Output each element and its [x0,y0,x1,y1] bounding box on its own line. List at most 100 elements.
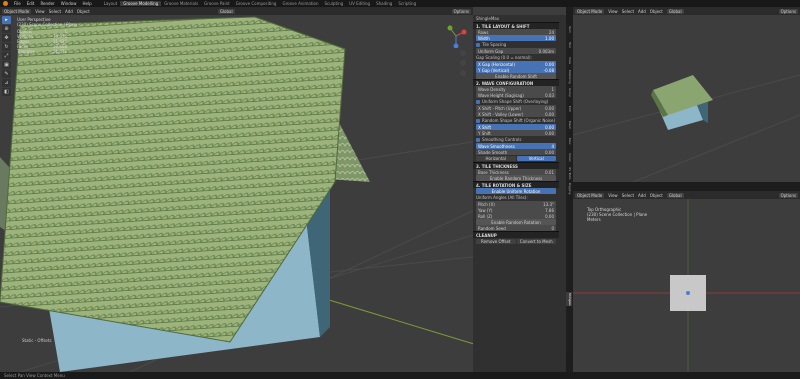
menu-add[interactable]: Add [638,193,646,198]
rotate-icon[interactable]: ↻ [2,43,11,51]
tab-misc[interactable]: Misc [566,134,572,148]
vertical-button[interactable]: Vertical [516,156,556,161]
menu-select[interactable]: Select [622,193,634,198]
remove-offset-button[interactable]: Remove Offset [476,239,516,244]
tab-uv-editing[interactable]: UV Editing [346,1,373,6]
uniform-shift-label: Uniform Shape Shift (Overlaying) [473,98,559,105]
smoothing-label: Smoothing Controls [473,136,559,143]
horizontal-button[interactable]: Horizontal [476,156,516,161]
tab-shading[interactable]: Shading [373,1,395,6]
viewport-footer-status: Static - Offsets [22,338,52,343]
field-value: 0.01 [545,169,554,175]
checkbox-icon[interactable] [476,137,480,142]
field-value: 0.003m [538,48,554,54]
sidebar-tabs: Item Tool View Modeling Group Edit Mesh … [566,22,572,352]
pan-icon[interactable] [460,60,466,66]
section-cleanup[interactable]: CLEANUP [473,231,559,238]
options-button[interactable]: Options [451,8,471,14]
field-label: Y Shift [478,130,491,136]
menu-file[interactable]: File [11,1,24,6]
camera-view-scene[interactable] [573,15,800,182]
options-button[interactable]: Options [778,8,798,14]
mode-dropdown[interactable]: Object Mode [575,192,605,198]
checkbox-icon[interactable] [476,118,480,123]
menu-view[interactable]: View [608,193,618,198]
menu-view[interactable]: View [608,9,618,14]
tab-scripting[interactable]: Scripting [395,1,419,6]
convert-to-mesh-button[interactable]: Convert to Mesh [516,239,556,244]
tab-modeling[interactable]: Modeling [566,70,572,84]
mode-dropdown[interactable]: Object Mode [575,8,605,14]
orientation-dropdown[interactable]: Global [666,192,684,198]
menu-render[interactable]: Render [37,1,57,6]
menu-select[interactable]: Select [49,9,61,14]
field-label: Y Gap (Vertical) [478,67,510,73]
field-label: Rows [478,29,489,35]
section-rotation[interactable]: 4. TILE ROTATION & SIZE [473,181,559,188]
select-icon[interactable]: ▸ [2,16,11,24]
scale-icon[interactable]: ⤢ [2,52,11,60]
menu-edit[interactable]: Edit [24,1,38,6]
tab-groove-paint[interactable]: Groove Paint [201,1,233,6]
tab-sculpting[interactable]: Sculpting [322,1,347,6]
tab-item[interactable]: Item [566,22,572,36]
camera-viewport[interactable] [573,15,800,182]
menu-window[interactable]: Window [58,1,80,6]
field-label: Base Thickness [478,169,509,175]
menu-object[interactable]: Object [650,193,663,198]
orientation-dropdown[interactable]: Global [666,8,684,14]
add-cube-icon[interactable]: ◧ [2,88,11,96]
field-value: 0.00 [545,130,554,136]
checkbox-icon[interactable] [476,99,480,104]
tab-rigging[interactable]: Rigging [566,182,572,196]
tab-edit[interactable]: Edit [566,102,572,116]
menu-object[interactable]: Object [77,9,90,14]
field-label: X Shift [478,124,492,130]
mode-dropdown[interactable]: Object Mode [2,8,32,14]
field-label: Wave Density [478,86,506,92]
measure-icon[interactable]: ⊿ [2,79,11,87]
gap-scaling-label: Gap Scaling (0.0 = normal): [476,55,532,60]
field-value: 0 [551,225,554,231]
orientation-dropdown[interactable]: Global [217,8,235,14]
viewport-header: Object Mode View Select Add Object Globa… [0,7,473,15]
section-wave[interactable]: 2. WAVE CONFIGURATION [473,79,559,86]
random-shift-text: Random Shape Shift (Organic Noise) [482,118,556,123]
tab-mesh[interactable]: Mesh [566,118,572,132]
tab-groove-compositing[interactable]: Groove Compositing [233,1,280,6]
status-bar: Select Pan View Context Menu [0,372,800,379]
collection-label: (230) Scene Collection | Plane [17,22,78,27]
tab-groove-modelling[interactable]: Groove Modelling [120,1,162,6]
tab-uv-tools[interactable]: UV Tools [566,166,572,180]
move-icon[interactable]: ✥ [2,34,11,42]
camera-icon[interactable] [460,70,466,76]
tab-shingles[interactable]: Shingles [566,292,572,306]
cleanup-buttons: Remove Offset Convert to Mesh [473,238,559,245]
tab-groove-animation[interactable]: Groove Animation [279,1,321,6]
menu-view[interactable]: View [35,9,45,14]
tab-groove-materials[interactable]: Groove Materials [161,1,201,6]
blender-logo-icon[interactable] [3,1,8,6]
options-button[interactable]: Options [778,192,798,198]
tab-slices[interactable]: Slices [566,150,572,164]
menu-object[interactable]: Object [650,9,663,14]
tab-group[interactable]: Group [566,86,572,100]
field-value: 0.00 [545,61,554,67]
tab-view[interactable]: View [566,54,572,68]
cursor-icon[interactable]: ⊕ [2,25,11,33]
navigation-gizmo[interactable] [444,24,468,48]
menu-select[interactable]: Select [622,9,634,14]
checkbox-icon[interactable] [476,42,480,47]
menu-add[interactable]: Add [638,9,646,14]
menu-help[interactable]: Help [79,1,94,6]
field-label: Uniform Gap [478,48,504,54]
transform-icon[interactable]: ▣ [2,61,11,69]
zoom-icon[interactable] [460,50,466,56]
menu-add[interactable]: Add [65,9,73,14]
section-thickness[interactable]: 3. TILE THICKNESS [473,162,559,169]
annotate-icon[interactable]: ✎ [2,70,11,78]
tab-layout[interactable]: Layout [101,1,121,6]
tab-tool[interactable]: Tool [566,38,572,52]
section-tile-layout[interactable]: 1. TILE LAYOUT & SHIFT [473,22,559,29]
field-value: 0.00 [545,124,554,130]
